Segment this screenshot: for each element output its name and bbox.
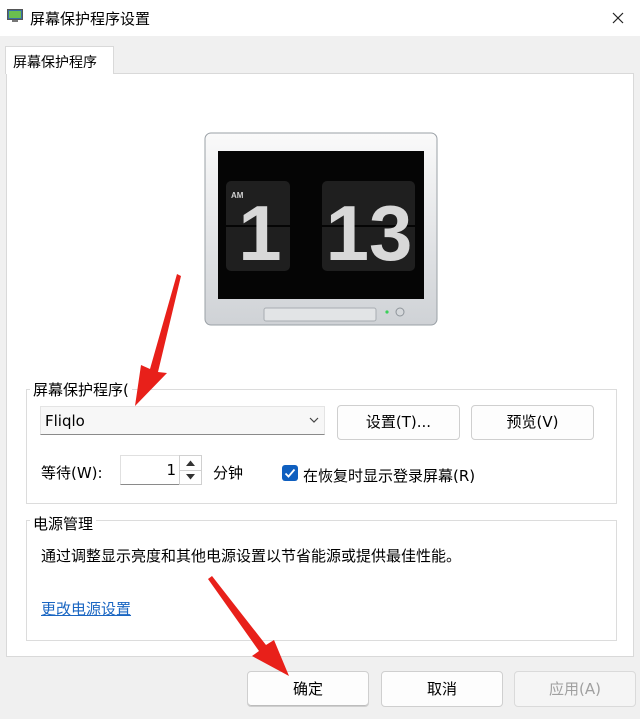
- preview-button-label: 预览(V): [506, 413, 559, 431]
- screensaver-group-title: 屏幕保护程序(: [30, 379, 132, 400]
- screensaver-select[interactable]: Fliqlo: [40, 406, 325, 435]
- tab-screensaver[interactable]: 屏幕保护程序: [5, 46, 114, 74]
- wait-minutes-input[interactable]: 1: [120, 455, 180, 485]
- change-power-settings-link[interactable]: 更改电源设置: [41, 598, 131, 619]
- settings-button-label: 设置(T)...: [365, 413, 432, 431]
- screensaver-app-icon: [7, 9, 23, 22]
- checkmark-icon: [284, 468, 296, 478]
- cancel-button[interactable]: 取消: [381, 671, 503, 707]
- settings-button[interactable]: 设置(T)...: [337, 405, 460, 440]
- preview-hour: 1: [238, 189, 281, 277]
- apply-button-label: 应用(A): [549, 680, 601, 698]
- power-group: [26, 520, 617, 641]
- stepper-up-icon[interactable]: [180, 456, 201, 471]
- stepper-down-icon[interactable]: [180, 470, 201, 484]
- screensaver-preview-monitor: AM 1 13: [204, 132, 438, 326]
- wait-minutes-stepper[interactable]: 1: [120, 455, 203, 485]
- chevron-down-icon: [309, 417, 319, 423]
- preview-minute: 13: [326, 189, 413, 277]
- close-icon[interactable]: [606, 7, 630, 29]
- wait-minutes-value: 1: [166, 461, 176, 479]
- resume-login-checkbox[interactable]: [282, 465, 298, 481]
- title-bar: 屏幕保护程序设置: [0, 0, 640, 36]
- stepper-arrows: [179, 455, 202, 485]
- wait-unit-label: 分钟: [213, 464, 244, 482]
- power-group-title: 电源管理: [30, 513, 97, 534]
- tab-label: 屏幕保护程序: [13, 55, 97, 71]
- power-description: 通过调整显示亮度和其他电源设置以节省能源或提供最佳性能。: [41, 547, 462, 565]
- cancel-button-label: 取消: [426, 680, 457, 698]
- apply-button: 应用(A): [514, 671, 636, 707]
- wait-label: 等待(W):: [41, 464, 103, 482]
- screensaver-select-value: Fliqlo: [45, 412, 85, 430]
- window-title: 屏幕保护程序设置: [30, 10, 151, 28]
- ok-button[interactable]: 确定: [247, 671, 369, 707]
- ok-button-label: 确定: [292, 680, 323, 698]
- resume-login-label[interactable]: 在恢复时显示登录屏幕(R): [303, 465, 475, 486]
- preview-button[interactable]: 预览(V): [471, 405, 594, 440]
